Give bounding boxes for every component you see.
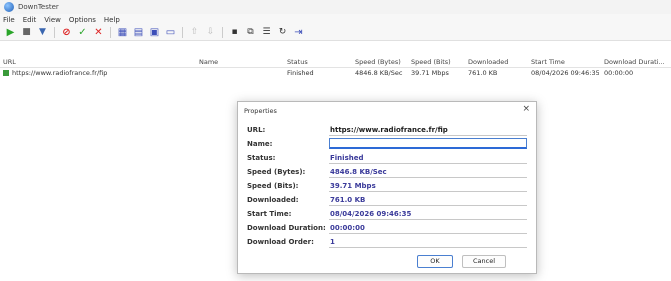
- column-speed-bytes[interactable]: Speed (Bytes): [355, 57, 405, 68]
- down-icon[interactable]: ⇩: [204, 26, 217, 39]
- value-downloaded[interactable]: 761.0 KB: [329, 195, 527, 206]
- label-speed-bits: Speed (Bits):: [247, 182, 299, 190]
- menu-bar: File Edit View Options Help: [0, 14, 671, 25]
- toolbar-separator: [222, 27, 223, 38]
- toolbar-separator: [54, 27, 55, 38]
- filter-icon[interactable]: ▼: [36, 26, 49, 39]
- menu-file[interactable]: File: [3, 16, 15, 24]
- menu-edit[interactable]: Edit: [23, 16, 37, 24]
- app-window: DownTester File Edit View Options Help ▶…: [0, 0, 671, 281]
- cell-speed-bits: 39.71 Mbps: [411, 69, 449, 77]
- cell-url: https://www.radiofrance.fr/fip: [3, 68, 193, 79]
- menu-help[interactable]: Help: [104, 16, 120, 24]
- label-url: URL:: [247, 126, 266, 134]
- cell-start-time: 08/04/2026 09:46:35: [531, 69, 599, 77]
- window2-icon[interactable]: ▤: [132, 26, 145, 39]
- menu-options[interactable]: Options: [69, 16, 96, 24]
- ok-button[interactable]: OK: [417, 255, 453, 268]
- column-name[interactable]: Name: [199, 57, 279, 68]
- value-status[interactable]: Finished: [329, 153, 527, 164]
- column-duration[interactable]: Download Durati...: [604, 57, 670, 68]
- cell-status: Finished: [287, 69, 314, 77]
- cell-duration: 00:00:00: [604, 69, 634, 77]
- menu-view[interactable]: View: [44, 16, 61, 24]
- properties-dialog: Properties × URL: https://www.radiofranc…: [237, 101, 537, 274]
- name-field[interactable]: [329, 138, 527, 149]
- cell-downloaded: 761.0 KB: [468, 69, 498, 77]
- column-downloaded[interactable]: Downloaded: [468, 57, 523, 68]
- delete-icon[interactable]: ⊘: [60, 26, 73, 39]
- cell-speed-bytes: 4846.8 KB/Sec: [355, 69, 403, 77]
- value-start-time[interactable]: 08/04/2026 09:46:35: [329, 209, 527, 220]
- stop-icon[interactable]: ■: [20, 26, 33, 39]
- save-icon[interactable]: ▪: [228, 26, 241, 39]
- refresh-icon[interactable]: ↻: [276, 26, 289, 39]
- toolbar-separator: [182, 27, 183, 38]
- cell-url-text: https://www.radiofrance.fr/fip: [12, 69, 108, 77]
- label-speed-bytes: Speed (Bytes):: [247, 168, 306, 176]
- app-icon: [4, 2, 14, 12]
- cancel-button[interactable]: Cancel: [462, 255, 506, 268]
- window4-icon[interactable]: ▭: [164, 26, 177, 39]
- toolbar-separator: [110, 27, 111, 38]
- label-name: Name:: [247, 140, 273, 148]
- value-speed-bytes[interactable]: 4846.8 KB/Sec: [329, 167, 527, 178]
- close-icon[interactable]: ×: [522, 104, 530, 114]
- column-speed-bits[interactable]: Speed (Bits): [411, 57, 461, 68]
- download-item-icon: [3, 70, 9, 76]
- toolbar: ▶ ■ ▼ ⊘ ✓ ✕ ▦ ▤ ▣ ▭ ⇧ ⇩ ▪ ⧉ ☰ ↻ ⇥: [0, 25, 671, 41]
- copy-icon[interactable]: ⧉: [244, 26, 257, 39]
- value-order[interactable]: 1: [329, 237, 527, 248]
- check-icon[interactable]: ✓: [76, 26, 89, 39]
- dialog-title: Properties: [244, 107, 277, 115]
- start-icon[interactable]: ▶: [4, 26, 17, 39]
- remove-icon[interactable]: ✕: [92, 26, 105, 39]
- column-start-time[interactable]: Start Time: [531, 57, 599, 68]
- window1-icon[interactable]: ▦: [116, 26, 129, 39]
- window3-icon[interactable]: ▣: [148, 26, 161, 39]
- properties-icon[interactable]: ☰: [260, 26, 273, 39]
- title-bar: DownTester: [0, 0, 671, 14]
- value-speed-bits[interactable]: 39.71 Mbps: [329, 181, 527, 192]
- exit-icon[interactable]: ⇥: [292, 26, 305, 39]
- value-duration[interactable]: 00:00:00: [329, 223, 527, 234]
- window-title: DownTester: [18, 3, 59, 11]
- list-header: URL Name Status Speed (Bytes) Speed (Bit…: [0, 57, 671, 68]
- value-url[interactable]: https://www.radiofrance.fr/fip: [329, 125, 527, 136]
- label-downloaded: Downloaded:: [247, 196, 299, 204]
- column-url[interactable]: URL: [3, 57, 193, 68]
- label-order: Download Order:: [247, 238, 314, 246]
- cell-name: [199, 68, 279, 79]
- table-row[interactable]: https://www.radiofrance.fr/fip Finished …: [0, 68, 671, 79]
- label-start-time: Start Time:: [247, 210, 292, 218]
- up-icon[interactable]: ⇧: [188, 26, 201, 39]
- column-status[interactable]: Status: [287, 57, 347, 68]
- label-duration: Download Duration:: [247, 224, 326, 232]
- label-status: Status:: [247, 154, 276, 162]
